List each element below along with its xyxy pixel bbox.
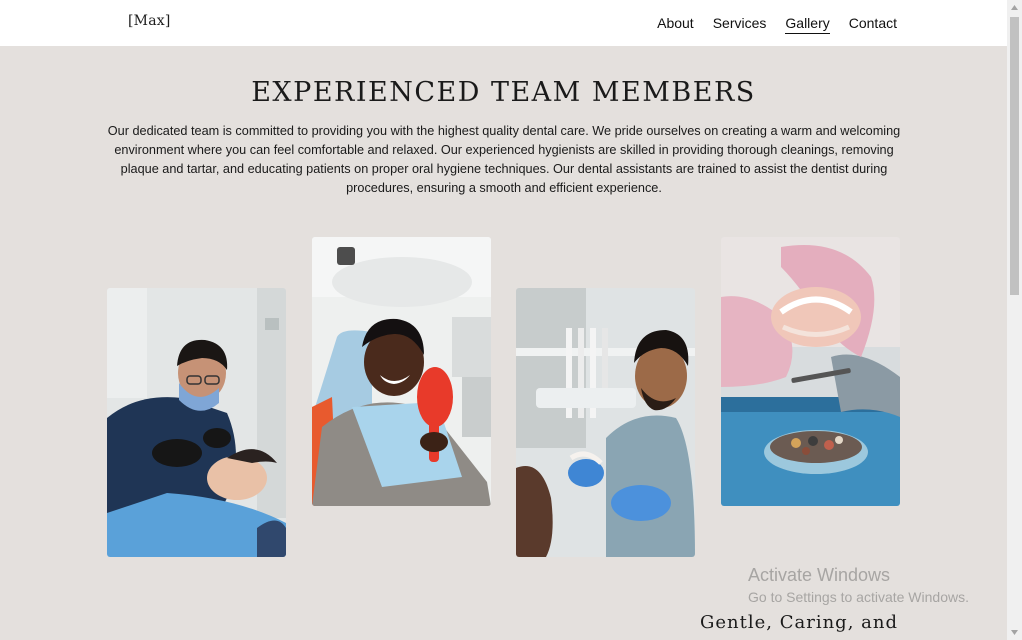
- nav-link-contact[interactable]: Contact: [849, 15, 897, 34]
- nav-link-about[interactable]: About: [657, 15, 694, 34]
- nav-link-gallery[interactable]: Gallery: [785, 15, 830, 34]
- section-title: EXPERIENCED TEAM MEMBERS: [251, 77, 756, 108]
- vertical-scrollbar[interactable]: [1007, 0, 1022, 640]
- site-logo[interactable]: [Max]: [128, 13, 171, 29]
- scroll-down-arrow-icon[interactable]: [1007, 625, 1022, 640]
- site-header: [Max] About Services Gallery Contact: [0, 0, 1007, 46]
- page-viewport: [Max] About Services Gallery Contact EXP…: [0, 0, 1007, 640]
- main-nav: About Services Gallery Contact: [657, 15, 897, 34]
- watermark-subtitle: Go to Settings to activate Windows.: [748, 589, 969, 605]
- scrollbar-thumb[interactable]: [1010, 17, 1019, 295]
- next-section-title: Gentle, Caring, and: [700, 612, 898, 633]
- browser-page: [Max] About Services Gallery Contact EXP…: [0, 0, 1022, 640]
- watermark-title: Activate Windows: [748, 565, 891, 585]
- team-photo-dental-model-closeup: [721, 237, 900, 506]
- team-photo-dentist-treating-patient: [107, 288, 286, 557]
- team-photo-patient-with-mirror: [312, 237, 491, 506]
- scroll-up-arrow-icon[interactable]: [1007, 0, 1022, 15]
- windows-activation-watermark: Activate Windows Go to Settings to activ…: [748, 564, 969, 606]
- team-photo-dentist-with-model: [516, 288, 695, 557]
- nav-link-services[interactable]: Services: [713, 15, 767, 34]
- section-intro: Our dedicated team is committed to provi…: [107, 124, 901, 195]
